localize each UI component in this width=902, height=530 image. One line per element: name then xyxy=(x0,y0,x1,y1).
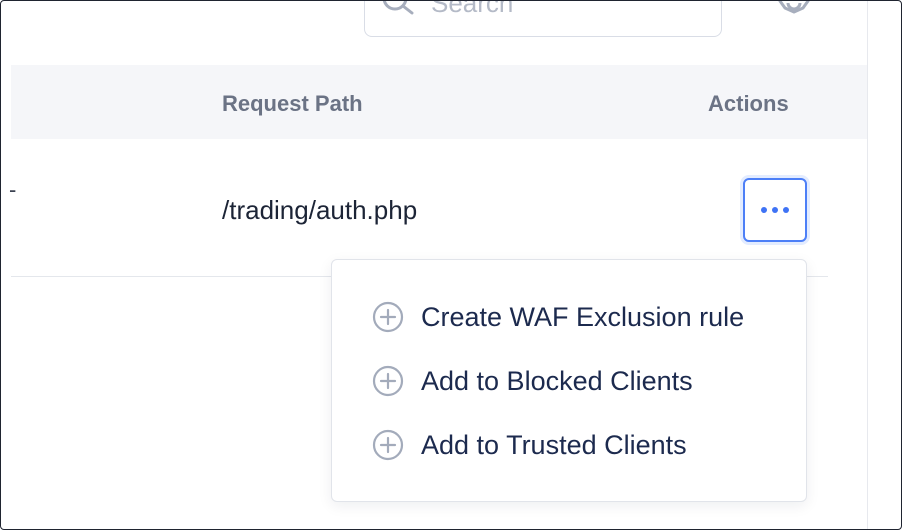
more-horizontal-icon xyxy=(761,207,789,213)
search-box[interactable]: Search xyxy=(364,0,722,37)
row-actions-button[interactable] xyxy=(743,178,807,242)
menu-item-label: Create WAF Exclusion rule xyxy=(421,301,745,332)
search-placeholder: Search xyxy=(431,0,514,18)
menu-item-add-trusted-clients[interactable]: Add to Trusted Clients xyxy=(372,425,687,465)
gear-icon[interactable] xyxy=(776,0,812,21)
table-header: Request Path Actions xyxy=(11,65,867,139)
plus-circle-icon xyxy=(372,429,404,461)
app-frame: Search Request Path Actions - /trading/a… xyxy=(0,0,902,530)
row-cell-value: - xyxy=(9,177,17,202)
menu-item-label: Add to Trusted Clients xyxy=(421,429,687,460)
menu-item-add-blocked-clients[interactable]: Add to Blocked Clients xyxy=(372,361,693,401)
search-icon xyxy=(382,1,414,15)
column-header-actions: Actions xyxy=(708,91,789,116)
scroll-edge xyxy=(867,1,868,529)
actions-dropdown-menu: Create WAF Exclusion rule Add to Blocked… xyxy=(331,259,807,502)
menu-item-create-waf-exclusion[interactable]: Create WAF Exclusion rule xyxy=(372,297,744,337)
plus-circle-icon xyxy=(372,365,404,397)
plus-circle-icon xyxy=(372,301,404,333)
column-header-request-path[interactable]: Request Path xyxy=(222,91,363,117)
menu-item-label: Add to Blocked Clients xyxy=(421,365,693,396)
row-request-path: /trading/auth.php xyxy=(222,195,418,225)
